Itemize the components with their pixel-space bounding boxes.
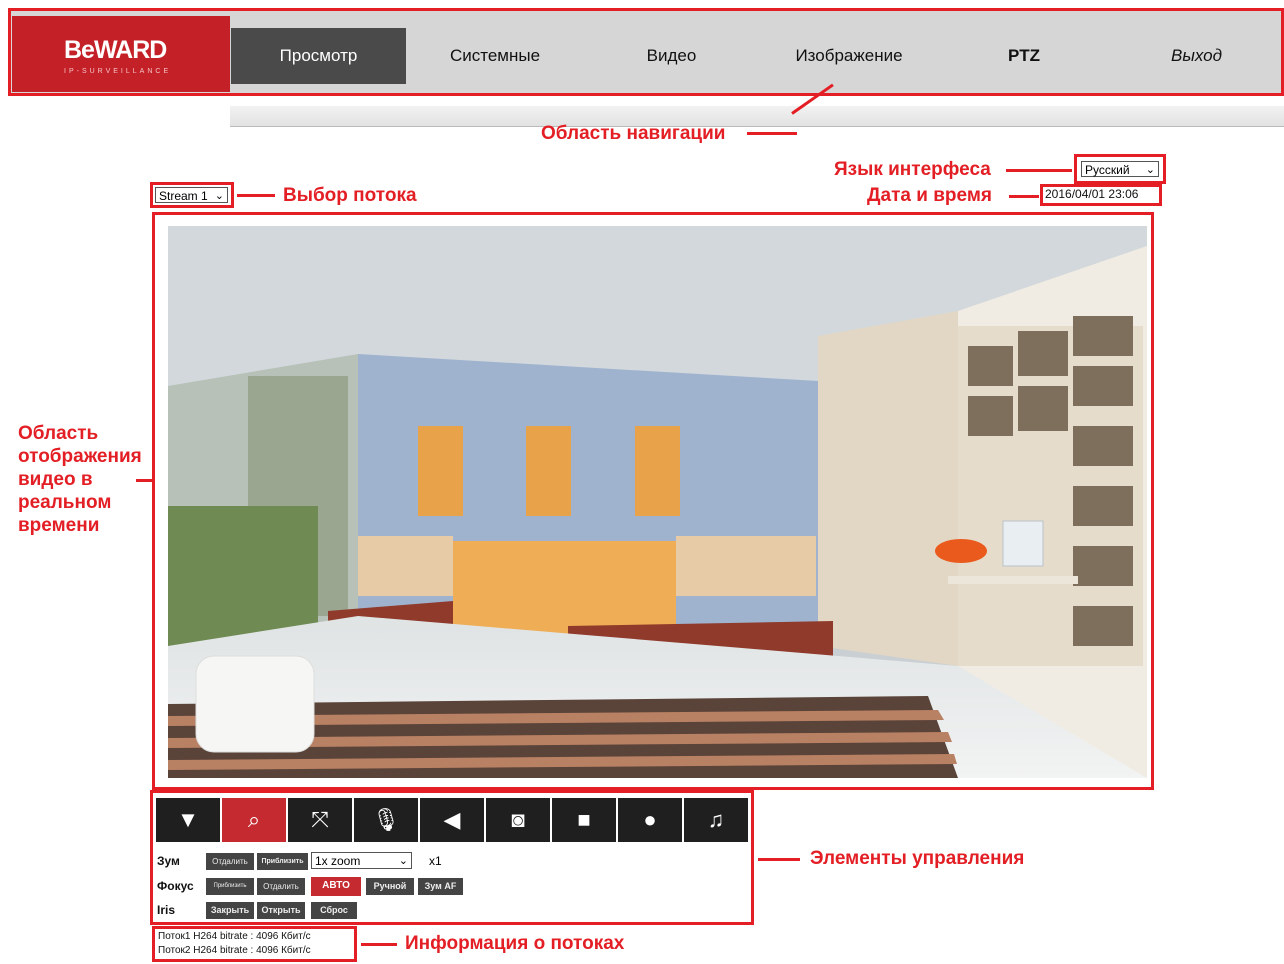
callout-line (237, 194, 275, 197)
stream-callout: Выбор потока (283, 185, 417, 206)
controls-callout: Элементы управления (810, 848, 1025, 869)
nav-area-callout: Область навигации (541, 123, 726, 144)
video-callout-line5: времени (18, 515, 100, 536)
nav-highlight-frame (8, 8, 1284, 96)
nav-divider (230, 106, 1284, 127)
video-callout-line4: реальном (18, 492, 112, 513)
callout-line (361, 943, 397, 946)
datetime-callout: Дата и время (867, 185, 992, 206)
stream-info-callout: Информация о потоках (405, 933, 625, 954)
callout-line (1006, 169, 1072, 172)
callout-line (758, 858, 800, 861)
video-callout-line2: отображения (18, 446, 142, 467)
callout-line (1009, 195, 1039, 198)
datetime-highlight-frame (1040, 184, 1162, 206)
video-area-callout: Область отображения видео в реальном вре… (18, 422, 142, 537)
language-callout: Язык интерфеса (834, 159, 991, 180)
callout-line (747, 132, 797, 135)
language-highlight-frame (1074, 154, 1166, 184)
controls-highlight-frame (150, 790, 754, 925)
video-callout-line1: Область (18, 423, 99, 444)
stream-highlight-frame (150, 182, 234, 208)
stream-info-highlight-frame (152, 926, 357, 962)
video-scene-image (168, 226, 1147, 778)
callout-line (136, 479, 152, 482)
live-video-frame[interactable] (168, 226, 1147, 778)
video-callout-line3: видео в (18, 469, 93, 490)
